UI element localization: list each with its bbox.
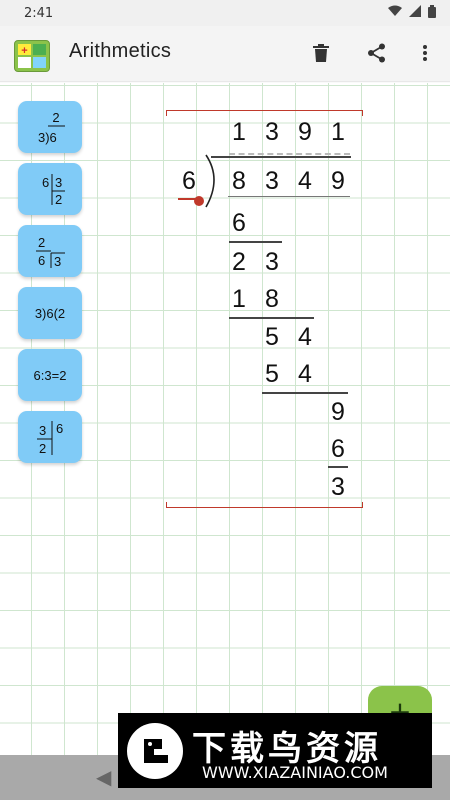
remainder-digit[interactable]: 3 [323, 472, 353, 502]
svg-text:2: 2 [38, 235, 45, 250]
division-style-6-button[interactable]: 3 2 6 [18, 411, 82, 463]
division-notation-icon: 3)6(2 [35, 306, 65, 321]
division-bracket [205, 154, 215, 208]
worksheet-bracket-top [166, 110, 363, 116]
step-digit[interactable]: 5 [257, 359, 287, 389]
step-digit[interactable]: 4 [290, 322, 320, 352]
step-digit[interactable]: 9 [323, 397, 353, 427]
step-digit[interactable]: 4 [290, 359, 320, 389]
svg-text:2: 2 [52, 110, 59, 125]
dividend-digit[interactable]: 9 [323, 166, 353, 196]
division-bar [211, 156, 351, 158]
svg-text:2: 2 [55, 192, 62, 207]
division-notation-icon: 3 2 6 [37, 421, 63, 456]
svg-text:3)6(2: 3)6(2 [35, 306, 65, 321]
watermark-url: WWW.XIAZAINIAO.COM [202, 763, 388, 782]
more-vert-icon [422, 44, 428, 66]
share-icon [367, 43, 387, 67]
svg-text:2: 2 [39, 441, 46, 456]
division-notation-icon: 2 3)6 [38, 110, 65, 145]
svg-text:6: 6 [42, 175, 49, 190]
step-line [262, 392, 348, 394]
app-title: Arithmetics [69, 40, 172, 62]
division-style-5-button[interactable]: 6:3=2 [18, 349, 82, 401]
quotient-digit[interactable]: 1 [323, 117, 353, 147]
bird-logo-icon [127, 723, 183, 779]
status-icons [388, 4, 436, 22]
step-digit[interactable]: 1 [224, 284, 254, 314]
step-digit[interactable]: 8 [257, 284, 287, 314]
svg-text:+: + [21, 45, 27, 57]
division-style-3-button[interactable]: 2 6 3 [18, 225, 82, 277]
dividend-digit[interactable]: 8 [224, 166, 254, 196]
long-division-style-1-button[interactable]: 2 3)6 [18, 101, 82, 153]
step-line [229, 317, 314, 319]
more-options-button[interactable] [410, 40, 440, 70]
svg-text:3)6: 3)6 [38, 130, 57, 145]
status-bar: 2:41 [0, 0, 450, 26]
watermark-banner: 下载鸟资源 WWW.XIAZAINIAO.COM [118, 713, 432, 788]
quotient-digit[interactable]: 1 [224, 117, 254, 147]
svg-text:6:3=2: 6:3=2 [34, 368, 67, 383]
quotient-digit[interactable]: 9 [290, 117, 320, 147]
quotient-underline [229, 153, 350, 155]
dividend-digit[interactable]: 4 [290, 166, 320, 196]
step-digit[interactable]: 5 [257, 322, 287, 352]
division-style-4-button[interactable]: 3)6(2 [18, 287, 82, 339]
svg-text:3: 3 [39, 423, 46, 438]
share-button[interactable] [362, 40, 392, 70]
svg-text:3: 3 [54, 254, 61, 269]
dividend-underline [228, 196, 350, 197]
step-line [328, 466, 348, 468]
status-time: 2:41 [24, 5, 54, 21]
svg-text:6: 6 [56, 421, 63, 436]
step-digit[interactable]: 3 [257, 247, 287, 277]
app-logo-icon: + [14, 40, 50, 72]
delete-button[interactable] [306, 40, 336, 70]
app-bar: + Arithmetics [0, 26, 450, 82]
nav-back-icon[interactable]: ◀ [96, 765, 111, 789]
svg-text:6: 6 [38, 253, 45, 268]
division-notation-icon: 6:3=2 [34, 368, 67, 383]
trash-icon [313, 44, 329, 66]
step-line [229, 241, 282, 243]
division-style-2-button[interactable]: 6 3 2 [18, 163, 82, 215]
step-digit[interactable]: 6 [224, 208, 254, 238]
quotient-digit[interactable]: 3 [257, 117, 287, 147]
worksheet-bracket-bottom [166, 502, 363, 508]
step-digit[interactable]: 6 [323, 434, 353, 464]
division-notation-icon: 6 3 2 [42, 174, 65, 207]
battery-icon [428, 4, 436, 22]
signal-icon [409, 5, 421, 21]
wifi-icon [388, 5, 402, 21]
dividend-digit[interactable]: 3 [257, 166, 287, 196]
step-digit[interactable]: 2 [224, 247, 254, 277]
svg-text:3: 3 [55, 175, 62, 190]
division-notation-icon: 2 6 3 [36, 235, 65, 269]
